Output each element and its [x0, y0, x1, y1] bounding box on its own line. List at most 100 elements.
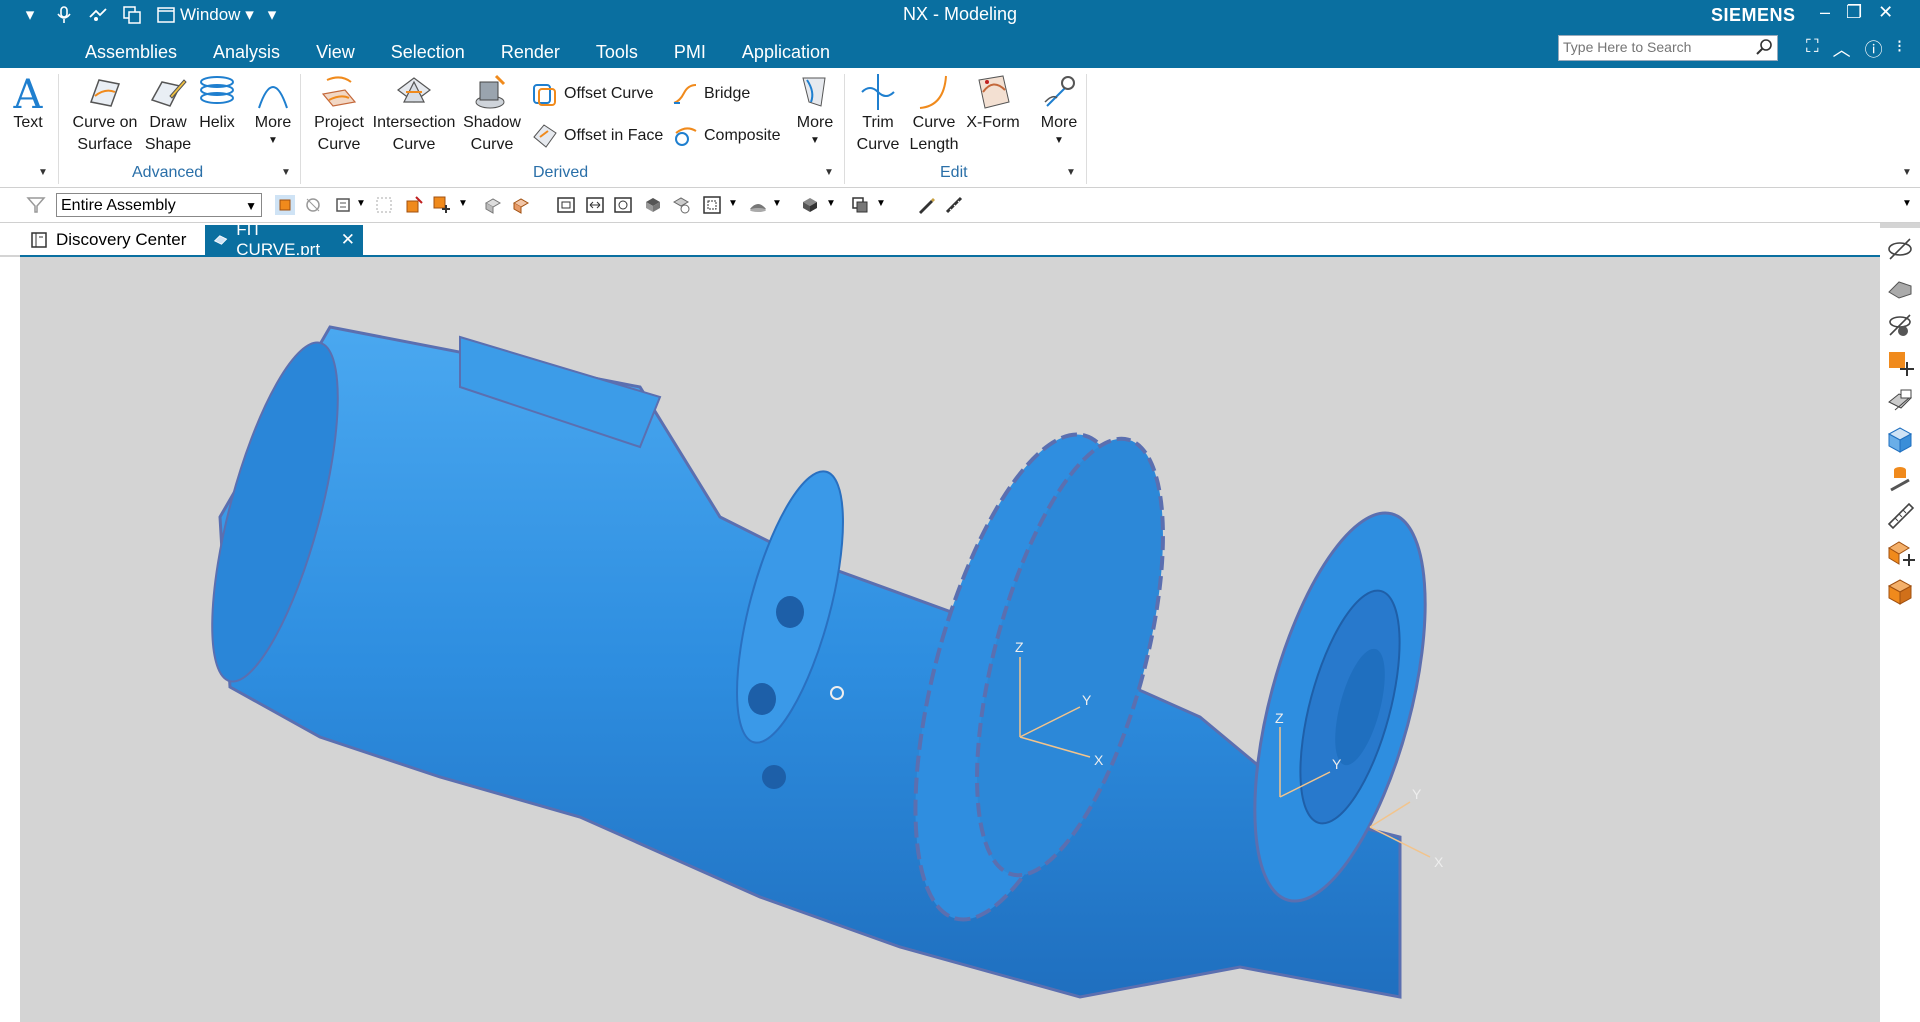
ribbon-expand-icon[interactable]: ▼ — [1902, 167, 1912, 178]
menu-view[interactable]: View — [298, 38, 373, 66]
chevron-down-icon[interactable]: ▼ — [1066, 167, 1076, 178]
chevron-down-icon[interactable]: ▼ — [824, 167, 834, 178]
hide-eye-icon[interactable] — [1885, 234, 1915, 264]
search-input[interactable] — [1559, 36, 1751, 58]
shadow-curve-label-1: Shadow — [463, 114, 521, 131]
edit-more-button[interactable]: More ▼ — [1036, 72, 1082, 148]
advanced-more-button[interactable]: More ▼ — [250, 72, 296, 148]
assembly-navigator-icon[interactable] — [1885, 386, 1915, 416]
background-icon[interactable] — [800, 195, 820, 215]
ribbon-options-icon[interactable]: ⁝ — [1897, 36, 1903, 62]
menu-tools[interactable]: Tools — [578, 38, 656, 66]
close-tab-icon[interactable]: ✕ — [341, 230, 355, 250]
tab-discovery-center[interactable]: Discovery Center — [22, 225, 202, 255]
intersection-curve-button[interactable]: Intersection Curve — [372, 72, 456, 156]
shaded-edges-icon[interactable] — [748, 195, 768, 215]
chevron-down-icon[interactable]: ▼ — [458, 198, 468, 209]
move-object-icon[interactable] — [432, 195, 452, 215]
axis-label-x: X — [1434, 854, 1444, 870]
chevron-down-icon[interactable]: ▼ — [772, 198, 782, 209]
chevron-down-icon[interactable]: ▼ — [281, 167, 291, 178]
select-body-icon[interactable] — [275, 195, 295, 215]
ruler-icon[interactable] — [1885, 500, 1915, 530]
help-icon[interactable]: ⓘ — [1865, 36, 1883, 62]
text-button[interactable]: A Text — [6, 72, 50, 134]
close-icon[interactable]: ✕ — [1878, 2, 1893, 23]
offset-curve-button[interactable]: Offset Curve — [532, 81, 654, 107]
edit-group-label: Edit — [940, 164, 968, 181]
menu-assemblies[interactable]: Assemblies — [67, 38, 195, 66]
selection-scope-dropdown[interactable]: Entire Assembly ▼ — [56, 193, 262, 217]
view-section-icon[interactable] — [556, 195, 576, 215]
box-select-icon[interactable] — [483, 195, 503, 215]
chevron-down-icon[interactable]: ▼ — [356, 198, 366, 209]
selection-scope-value: Entire Assembly — [61, 197, 176, 214]
fit-view-icon[interactable] — [585, 195, 605, 215]
title-bar: ▾ Window ▾ ▾ NX - Modeling SIEMENS – ❐ ✕… — [0, 0, 1920, 68]
chevron-down-icon[interactable]: ▼ — [38, 167, 48, 178]
resource-bar — [1880, 228, 1920, 1022]
x-form-button[interactable]: X-Form — [964, 72, 1022, 134]
composite-button[interactable]: Composite — [672, 123, 780, 149]
view-frame-icon[interactable] — [702, 195, 722, 215]
work-layer-icon[interactable] — [850, 195, 870, 215]
shadow-curve-label-2: Curve — [470, 136, 514, 153]
project-curve-button[interactable]: Project Curve — [308, 72, 370, 156]
menu-pmi[interactable]: PMI — [656, 38, 724, 66]
chevron-down-icon[interactable]: ▼ — [826, 198, 836, 209]
draw-shape-button[interactable]: Draw Shape — [144, 72, 192, 156]
helix-button[interactable]: Helix — [196, 72, 238, 134]
shaft-model[interactable]: Z Y X Z Y Y X — [20, 257, 1880, 1022]
menu-selection[interactable]: Selection — [373, 38, 483, 66]
collapse-ribbon-icon[interactable]: ︿ — [1833, 36, 1851, 62]
colored-box-icon[interactable] — [511, 195, 531, 215]
full-screen-icon[interactable]: ⛶ — [1806, 36, 1819, 62]
chevron-down-icon[interactable]: ▼ — [876, 198, 886, 209]
rendering-style-icon[interactable] — [671, 195, 691, 215]
cylinder-tool-icon[interactable] — [1885, 462, 1915, 492]
pencil-icon[interactable] — [916, 195, 936, 215]
book-icon — [31, 232, 47, 248]
graphics-window[interactable]: Z Y X Z Y Y X — [20, 257, 1880, 1022]
shadow-curve-button[interactable]: Shadow Curve — [460, 72, 524, 156]
part-navigator-icon[interactable] — [1885, 272, 1915, 302]
menu-analysis[interactable]: Analysis — [195, 38, 298, 66]
orient-view-icon[interactable] — [643, 195, 663, 215]
minimize-icon[interactable]: – — [1820, 2, 1830, 23]
snap-body-icon[interactable] — [404, 195, 424, 215]
show-hide-eye-icon[interactable] — [1885, 310, 1915, 340]
show-hide-icon[interactable] — [374, 195, 394, 215]
zoom-view-icon[interactable] — [613, 195, 633, 215]
chevron-down-icon: ▼ — [245, 199, 257, 213]
project-curve-label-2: Curve — [317, 136, 361, 153]
measure-icon[interactable] — [944, 195, 964, 215]
chevron-down-icon[interactable]: ▼ — [728, 198, 738, 209]
box-move-icon[interactable] — [1885, 538, 1915, 568]
advanced-more-label: More — [254, 114, 292, 131]
trim-curve-button[interactable]: Trim Curve — [852, 72, 904, 156]
bridge-button[interactable]: Bridge — [672, 81, 750, 107]
svg-text:A: A — [13, 72, 44, 112]
document-tabs: Discovery Center FIT CURVE.prt ✕ — [0, 220, 1880, 259]
tab-fit-curve[interactable]: FIT CURVE.prt ✕ — [205, 220, 363, 259]
bridge-label: Bridge — [704, 85, 751, 102]
app-title: NX - Modeling — [902, 4, 1018, 24]
select-feature-icon[interactable] — [303, 195, 323, 215]
search-icon[interactable] — [1755, 38, 1773, 56]
view-cube-icon[interactable] — [1885, 424, 1915, 454]
curve-on-surface-button[interactable]: Curve on Surface — [68, 72, 142, 156]
filter-options-icon[interactable] — [334, 195, 354, 215]
toolbar-options-icon[interactable]: ▼ — [1902, 198, 1912, 209]
menu-render[interactable]: Render — [483, 38, 578, 66]
advanced-group-label: Advanced — [132, 164, 204, 181]
offset-in-face-button[interactable]: Offset in Face — [532, 123, 663, 149]
restore-icon[interactable]: ❐ — [1846, 2, 1862, 23]
offset-curve-icon — [533, 84, 556, 106]
menu-application[interactable]: Application — [724, 38, 848, 66]
type-filter-icon[interactable] — [26, 195, 46, 215]
orange-move-icon[interactable] — [1885, 348, 1915, 378]
curve-length-button[interactable]: Curve Length — [906, 72, 962, 156]
orange-box-icon[interactable] — [1885, 576, 1915, 606]
shadow-curve-icon — [475, 74, 506, 109]
derived-more-button[interactable]: More ▼ — [792, 72, 838, 148]
